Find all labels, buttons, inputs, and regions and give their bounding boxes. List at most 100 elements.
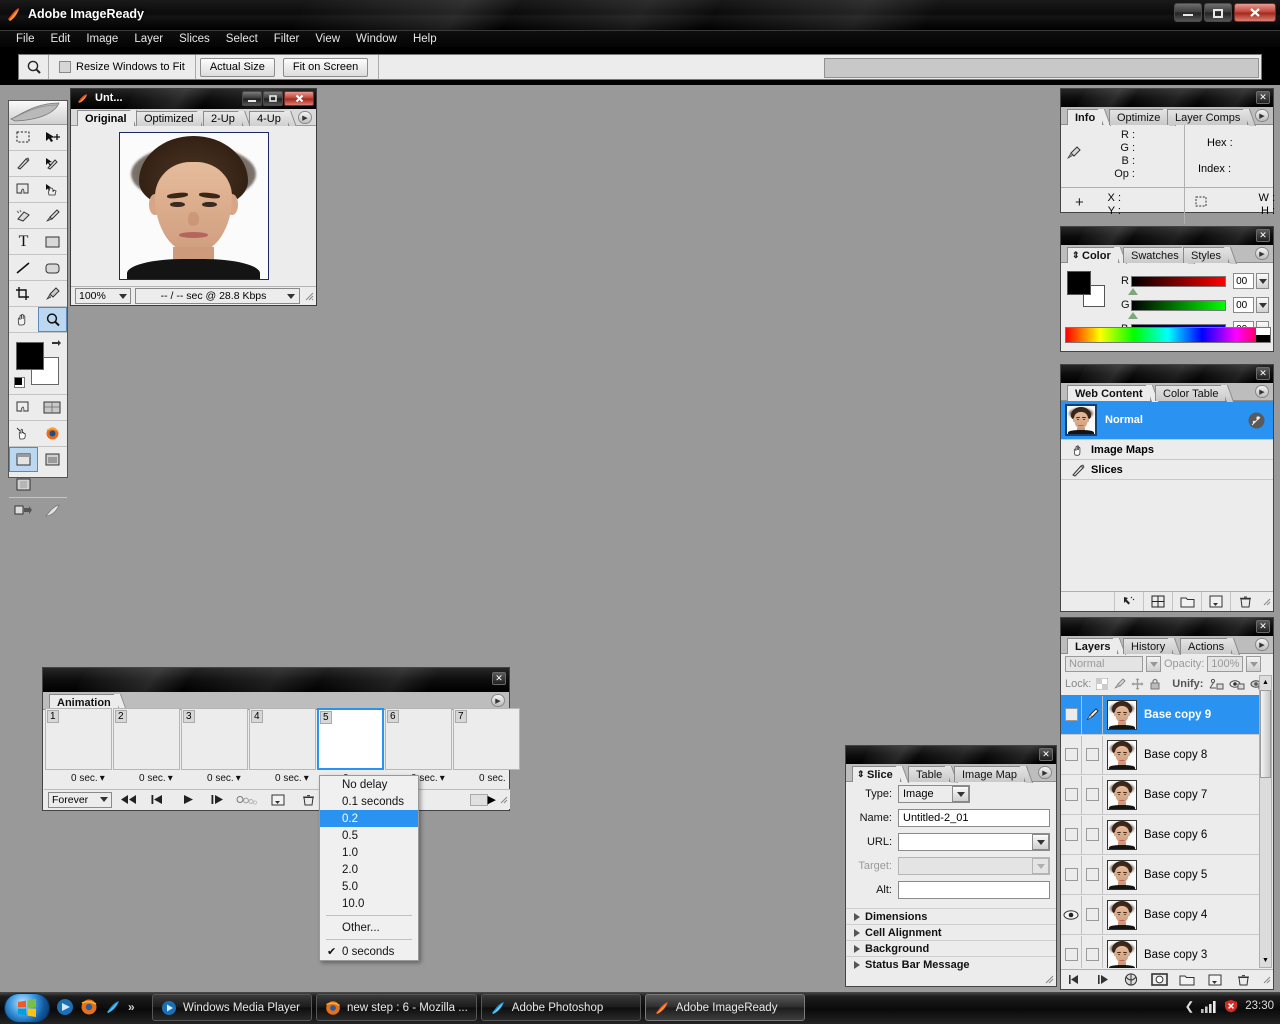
dropdown-item-no-delay[interactable]: No delay (320, 776, 418, 793)
close-button[interactable] (1234, 3, 1276, 22)
unify-position-icon[interactable] (1208, 678, 1224, 691)
menu-filter[interactable]: Filter (266, 32, 308, 46)
resize-grip-icon[interactable] (499, 795, 508, 804)
rectangular-marquee-icon[interactable] (9, 125, 38, 150)
layer-row-base-copy-5[interactable]: Base copy 5 (1061, 855, 1259, 895)
tab-layers[interactable]: Layers (1067, 638, 1127, 655)
animation-frame-2[interactable]: 2 (113, 708, 180, 770)
layer-link-toggle[interactable] (1082, 855, 1103, 894)
layers-scrollbar[interactable]: ▲ ▼ (1259, 675, 1272, 968)
tab-layer-comps[interactable]: Layer Comps (1167, 109, 1257, 126)
image-map-select-icon[interactable] (9, 177, 38, 202)
tab-optimize[interactable]: Optimize (1109, 109, 1177, 126)
next-frame-icon[interactable] (1089, 970, 1117, 989)
hand-icon[interactable] (9, 307, 38, 332)
eyedropper-icon[interactable] (38, 281, 67, 306)
taskbar-item-adobe-imageready[interactable]: Adobe ImageReady (644, 994, 805, 1021)
imageready-icon[interactable] (104, 998, 122, 1016)
panel-menu-icon[interactable]: ▶ (1255, 385, 1269, 398)
panel-menu-icon[interactable]: ▶ (1038, 766, 1052, 779)
network-icon[interactable] (1201, 1000, 1217, 1013)
section-dimensions[interactable]: Dimensions (846, 908, 1056, 924)
menu-file[interactable]: File (8, 32, 43, 46)
frame-delay-4[interactable]: 0 sec. ▾ (275, 773, 309, 784)
opacity-dropdown-icon[interactable] (1246, 656, 1262, 672)
slice-select-icon[interactable] (38, 151, 67, 176)
opacity-value[interactable]: 100% (1207, 656, 1244, 672)
blend-mode-value[interactable]: Normal (1065, 656, 1143, 672)
animation-frame-3[interactable]: 3 (181, 708, 248, 770)
chevron-down-icon[interactable] (1256, 273, 1269, 289)
layer-visibility-toggle[interactable] (1061, 855, 1082, 894)
info-panel-titlebar[interactable]: ✕ (1061, 89, 1273, 107)
color-slider-r[interactable]: R 00 (1121, 269, 1269, 295)
animation-frame-7[interactable]: 7 (453, 708, 520, 770)
slice-alt-input[interactable] (898, 881, 1050, 899)
tab-optimized[interactable]: Optimized (136, 111, 210, 127)
layer-mask-icon[interactable] (1145, 970, 1173, 989)
tab-4up[interactable]: 4-Up (249, 111, 297, 127)
slice-name-input[interactable]: Untitled-2_01 (898, 809, 1050, 827)
menu-help[interactable]: Help (405, 32, 445, 46)
layer-link-toggle[interactable] (1082, 695, 1103, 734)
resize-grip-icon[interactable] (1259, 970, 1273, 989)
chevron-down-icon[interactable] (1032, 834, 1049, 850)
zoom-level-selector[interactable]: 100% (75, 288, 131, 304)
close-icon[interactable]: ✕ (1039, 748, 1053, 761)
scrollbar-thumb[interactable] (1260, 690, 1271, 778)
layer-visibility-toggle[interactable] (1061, 695, 1082, 734)
rounded-rectangle-icon[interactable] (38, 255, 67, 280)
tab-swatches[interactable]: Swatches (1123, 247, 1195, 264)
web-content-titlebar[interactable]: ✕ (1061, 365, 1273, 383)
lock-position-icon[interactable] (1131, 678, 1144, 690)
dropdown-item-1-0[interactable]: 1.0 (320, 844, 418, 861)
standard-screen-mode-icon[interactable] (9, 447, 38, 472)
layer-link-toggle[interactable] (1082, 815, 1103, 854)
security-alert-icon[interactable] (1224, 999, 1238, 1013)
close-icon[interactable]: ✕ (1256, 367, 1270, 380)
document-panel-menu-icon[interactable]: ▶ (298, 111, 312, 124)
lock-image-icon[interactable] (1113, 678, 1127, 690)
animation-frame-6[interactable]: 6 (385, 708, 452, 770)
line-icon[interactable] (9, 255, 38, 280)
layers-panel-titlebar[interactable]: ✕ (1061, 618, 1273, 636)
blend-mode-dropdown-icon[interactable] (1146, 656, 1161, 672)
full-screen-menubar-icon[interactable] (38, 447, 67, 472)
section-status-bar-message[interactable]: Status Bar Message (846, 956, 1056, 972)
menu-slices[interactable]: Slices (171, 32, 218, 46)
minimize-button[interactable] (1174, 3, 1202, 22)
layer-link-toggle[interactable] (1082, 775, 1103, 814)
layer-visibility-toggle[interactable] (1061, 935, 1082, 968)
animation-frame-5[interactable]: 5 (317, 708, 384, 770)
resize-grip-icon[interactable] (304, 291, 316, 301)
tab-actions[interactable]: Actions (1180, 638, 1241, 655)
tab-web-content[interactable]: Web Content (1067, 385, 1159, 402)
section-cell-alignment[interactable]: Cell Alignment (846, 924, 1056, 940)
new-layer-icon[interactable] (1201, 970, 1229, 989)
web-content-row-normal[interactable]: Normal (1061, 401, 1273, 440)
default-colors-icon[interactable] (14, 377, 25, 388)
taskbar-clock[interactable]: 23:30 (1245, 1000, 1274, 1012)
dropdown-item-10-0[interactable]: 10.0 (320, 895, 418, 912)
duplicate-frame-icon[interactable] (264, 791, 292, 809)
trash-icon[interactable] (1229, 970, 1257, 989)
menu-window[interactable]: Window (348, 32, 405, 46)
zoom-icon[interactable] (38, 307, 67, 332)
r-value[interactable]: 00 (1233, 273, 1255, 289)
slice-panel-titlebar[interactable]: ✕ (846, 746, 1056, 764)
browser-preview-icon[interactable] (38, 421, 67, 446)
resize-windows-to-fit-checkbox[interactable]: Resize Windows to Fit (49, 55, 196, 79)
tab-2up[interactable]: 2-Up (203, 111, 251, 127)
doc-maximize-button[interactable] (263, 91, 283, 106)
prev-frame-icon[interactable] (1061, 970, 1089, 989)
taskbar-item-windows-media-player[interactable]: Windows Media Player (152, 994, 312, 1021)
trash-icon[interactable] (294, 791, 322, 809)
select-first-frame-icon[interactable] (114, 791, 142, 809)
dropdown-item-0-1-seconds[interactable]: 0.1 seconds (320, 793, 418, 810)
tab-history[interactable]: History (1123, 638, 1182, 655)
rectangle-shape-icon[interactable] (38, 229, 67, 254)
layer-row-base-copy-9[interactable]: Base copy 9 (1061, 695, 1259, 735)
menu-layer[interactable]: Layer (126, 32, 171, 46)
slice-target-input[interactable] (898, 857, 1050, 875)
chevron-down-icon[interactable] (1256, 297, 1269, 313)
